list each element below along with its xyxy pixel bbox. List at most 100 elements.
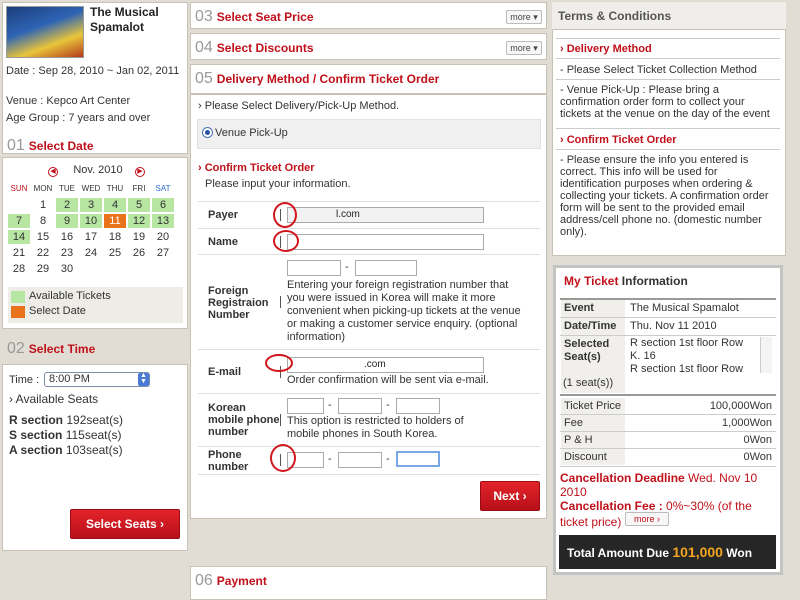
calendar-day-available[interactable]: 3 — [80, 198, 102, 212]
datetime-label: Date/Time — [561, 318, 625, 335]
cancellation-deadline-label: Cancellation Deadline — [560, 471, 685, 485]
venue-pickup-radio[interactable] — [202, 127, 213, 138]
step-title: Select Date — [28, 139, 94, 153]
terms-delivery-item: - Please Select Ticket Collection Method — [560, 64, 757, 76]
weekday-sun: SUN — [10, 184, 28, 193]
annotation-circle — [273, 202, 297, 228]
more-button[interactable]: more ▾ — [506, 10, 542, 24]
step-number: 01 — [7, 137, 25, 154]
phone-input-2[interactable] — [338, 452, 382, 468]
name-label: Name — [208, 236, 238, 248]
delivery-prompt-label: Please Select Delivery/Pick-Up Method. — [204, 100, 400, 112]
table-divider — [560, 394, 776, 396]
ph-label: P & H — [561, 432, 625, 448]
payer-label: Payer — [208, 209, 238, 221]
form-divider — [198, 474, 540, 475]
calendar-day-available[interactable]: 13 — [152, 214, 174, 228]
seats-value: R section 1st floor Row K. 16 — [630, 337, 744, 362]
calendar-day: 15 — [36, 231, 50, 243]
show-title: The Musical Spamalot — [90, 5, 159, 34]
datetime-value: Thu. Nov 11 2010 — [630, 320, 717, 332]
name-input[interactable] — [287, 234, 484, 250]
next-label: Next — [493, 489, 520, 503]
calendar-day: 20 — [156, 231, 170, 243]
more-button[interactable]: more › — [625, 512, 669, 526]
more-button[interactable]: more ▾ — [506, 41, 542, 55]
time-label: Time : — [9, 374, 40, 386]
show-poster-image — [6, 6, 84, 58]
mobile-label: Korean mobile phone number — [208, 402, 280, 438]
calendar-day: 22 — [36, 247, 50, 259]
calendar-day-available[interactable]: 10 — [80, 214, 102, 228]
chevron-right-icon: › — [522, 489, 527, 503]
calendar-day-available[interactable]: 6 — [152, 198, 174, 212]
step-number: 06 — [195, 572, 213, 589]
calendar-day-available[interactable]: 9 — [56, 214, 78, 228]
step-number: 05 — [195, 70, 213, 87]
calendar-weekdays: SUN MON TUE WED THU FRI SAT — [7, 184, 181, 196]
mobile-input-2[interactable] — [338, 398, 382, 414]
step-title: Select Time — [28, 342, 96, 356]
calendar-day: 1 — [39, 199, 47, 211]
calendar-day-available[interactable]: 7 — [8, 214, 30, 228]
section-seats: 103seat(s) — [65, 443, 123, 457]
terms-title: Terms & Conditions — [558, 9, 672, 23]
email-help: Order confirmation will be sent via e-ma… — [287, 374, 489, 386]
price-label: Ticket Price — [561, 398, 625, 414]
step-number: 02 — [7, 340, 25, 357]
step-title: Select Seat Price — [216, 10, 314, 24]
calendar-day-available[interactable]: 2 — [56, 198, 78, 212]
calendar-day-available[interactable]: 5 — [128, 198, 150, 212]
seats-scrollbar[interactable] — [760, 337, 772, 373]
calendar-day-available[interactable]: 12 — [128, 214, 150, 228]
email-input[interactable]: .com — [287, 357, 484, 373]
foreign-reg-input-2[interactable] — [355, 260, 417, 276]
calendar-day: 16 — [60, 231, 74, 243]
form-divider — [198, 393, 540, 394]
next-month-icon[interactable]: ▶ — [135, 167, 145, 177]
select-seats-label: Select Seats — [85, 517, 157, 531]
step-01-header: 01 Select Date — [7, 137, 94, 155]
ph-value: 0Won — [743, 434, 772, 446]
phone-input-3[interactable] — [396, 451, 440, 467]
price-value: 100,000Won — [709, 400, 772, 412]
calendar-day: 28 — [12, 263, 26, 275]
calendar-day: 18 — [108, 231, 122, 243]
select-seats-button[interactable]: Select Seats › — [70, 509, 180, 539]
time-select[interactable]: 8:00 PM — [44, 372, 150, 387]
legend-selected-swatch — [11, 306, 25, 318]
fee-label: Fee — [561, 415, 625, 431]
calendar-day-available[interactable]: 14 — [8, 230, 30, 244]
mobile-input-3[interactable] — [396, 398, 440, 414]
show-date: Date : Sep 28, 2010 ~ Jan 02, 2011 — [6, 65, 180, 77]
form-divider — [198, 228, 540, 229]
form-divider — [198, 201, 540, 202]
available-seats-label: Available Seats — [15, 392, 99, 406]
section-row: R section 192seat(s) — [9, 413, 123, 427]
section-row: S section 115seat(s) — [9, 428, 122, 442]
calendar-day: 26 — [132, 247, 146, 259]
step-03-header: 03 Select Seat Price — [195, 8, 314, 26]
confirm-order-heading: › Confirm Ticket Order — [198, 162, 315, 174]
step-06-header: 06 Payment — [195, 572, 267, 590]
delivery-prompt: › Please Select Delivery/Pick-Up Method. — [198, 100, 400, 112]
discount-label: Discount — [561, 449, 625, 465]
dash: - — [328, 399, 332, 411]
seats-value-2: R section 1st floor Row — [630, 363, 744, 375]
calendar-day-available[interactable]: 4 — [104, 198, 126, 212]
legend-selected-label: Select Date — [29, 305, 86, 317]
foreign-reg-input-1[interactable] — [287, 260, 341, 276]
payer-input[interactable]: l.com — [287, 207, 484, 223]
show-age-group: Age Group : 7 years and over — [6, 112, 151, 124]
weekday-mon: MON — [33, 184, 53, 193]
calendar-day: 29 — [36, 263, 50, 275]
terms-confirm-heading: › Confirm Ticket Order — [560, 134, 677, 146]
terms-divider — [556, 38, 780, 39]
next-button[interactable]: Next › — [480, 481, 540, 511]
calendar-day: 25 — [108, 247, 122, 259]
dash: - — [345, 261, 349, 273]
mobile-input-1[interactable] — [287, 398, 324, 414]
weekday-sat: SAT — [155, 184, 171, 193]
calendar-day-selected[interactable]: 11 — [104, 214, 126, 228]
step-title: Payment — [216, 574, 267, 588]
